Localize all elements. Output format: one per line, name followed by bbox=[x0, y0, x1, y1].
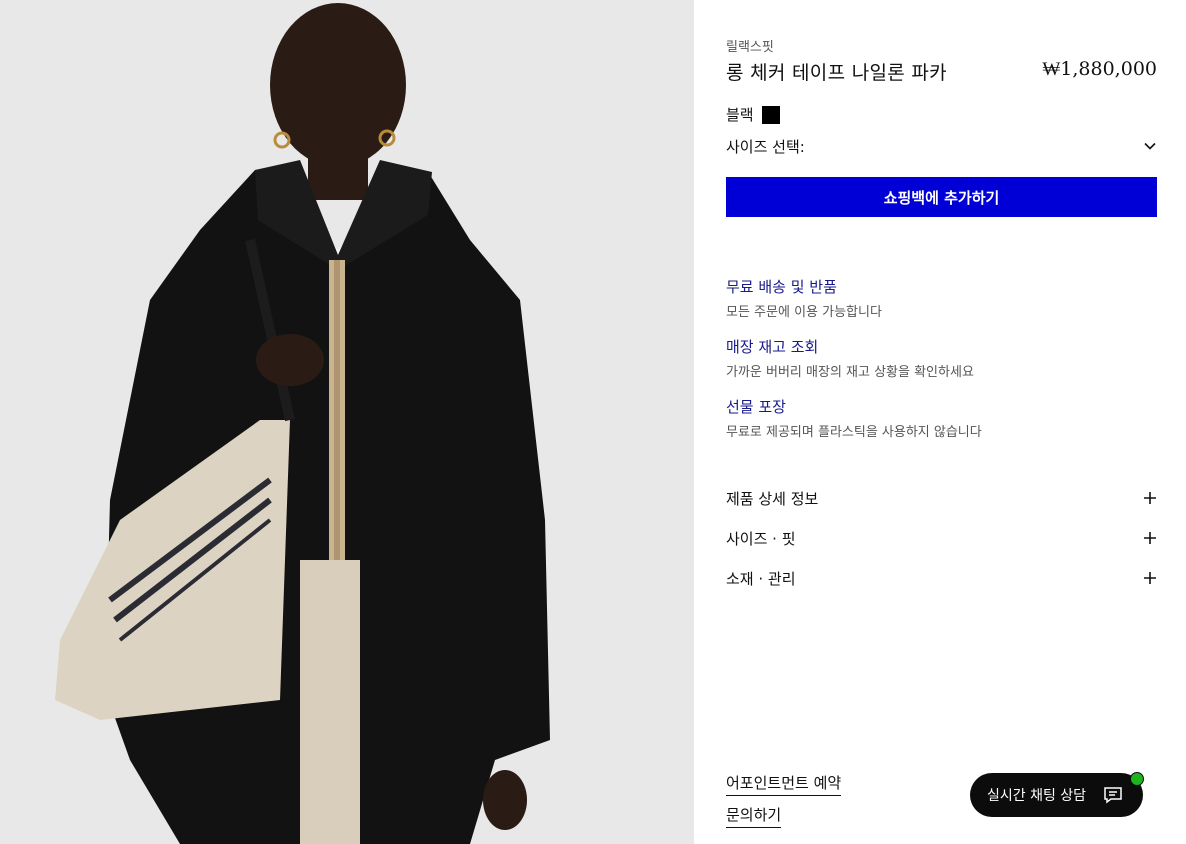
color-label: 블랙 bbox=[726, 106, 754, 124]
product-info-panel: 릴랙스핏 롱 체커 테이프 나일론 파카 ₩1,880,000 블랙 사이즈 선… bbox=[726, 0, 1157, 844]
size-select-label: 사이즈 선택: bbox=[726, 137, 805, 156]
service-store-stock: 매장 재고 조회 가까운 버버리 매장의 재고 상황을 확인하세요 bbox=[726, 336, 974, 380]
product-title: 롱 체커 테이프 나일론 파카 bbox=[726, 62, 947, 84]
accordion-size-fit[interactable]: 사이즈 · 핏 bbox=[726, 526, 1157, 550]
accordion-product-details[interactable]: 제품 상세 정보 bbox=[726, 486, 1157, 510]
color-selector: 블랙 bbox=[726, 104, 780, 125]
service-title[interactable]: 선물 포장 bbox=[726, 396, 982, 417]
plus-icon bbox=[1144, 572, 1156, 584]
contact-link[interactable]: 문의하기 bbox=[726, 804, 782, 828]
live-chat-button[interactable]: 실시간 채팅 상담 bbox=[970, 772, 1144, 817]
accordion-label: 소재 · 관리 bbox=[726, 569, 796, 588]
service-gift-wrap: 선물 포장 무료로 제공되며 플라스틱을 사용하지 않습니다 bbox=[726, 396, 982, 440]
accordion-label: 제품 상세 정보 bbox=[726, 489, 819, 508]
model-photo-illustration bbox=[0, 0, 694, 844]
service-title[interactable]: 매장 재고 조회 bbox=[726, 336, 974, 357]
chat-icon bbox=[1104, 787, 1122, 804]
accordion-material-care[interactable]: 소재 · 관리 bbox=[726, 566, 1157, 590]
service-desc: 무료로 제공되며 플라스틱을 사용하지 않습니다 bbox=[726, 425, 982, 440]
plus-icon bbox=[1144, 492, 1156, 504]
chat-label: 실시간 채팅 상담 bbox=[987, 788, 1087, 804]
service-desc: 모든 주문에 이용 가능합니다 bbox=[726, 305, 882, 320]
service-desc: 가까운 버버리 매장의 재고 상황을 확인하세요 bbox=[726, 365, 974, 380]
service-free-shipping: 무료 배송 및 반품 모든 주문에 이용 가능합니다 bbox=[726, 276, 882, 320]
size-select[interactable]: 사이즈 선택: bbox=[726, 134, 1157, 158]
product-image bbox=[0, 0, 694, 844]
appointment-link[interactable]: 어포인트먼트 예약 bbox=[726, 772, 842, 796]
color-swatch[interactable] bbox=[761, 105, 780, 124]
service-title[interactable]: 무료 배송 및 반품 bbox=[726, 276, 882, 297]
product-price: ₩1,880,000 bbox=[1042, 58, 1157, 80]
accordion-label: 사이즈 · 핏 bbox=[726, 529, 796, 548]
fit-label: 릴랙스핏 bbox=[726, 40, 774, 55]
online-status-dot bbox=[1130, 772, 1144, 786]
chevron-down-icon bbox=[1144, 142, 1156, 150]
add-to-bag-button[interactable]: 쇼핑백에 추가하기 bbox=[726, 177, 1157, 217]
plus-icon bbox=[1144, 532, 1156, 544]
